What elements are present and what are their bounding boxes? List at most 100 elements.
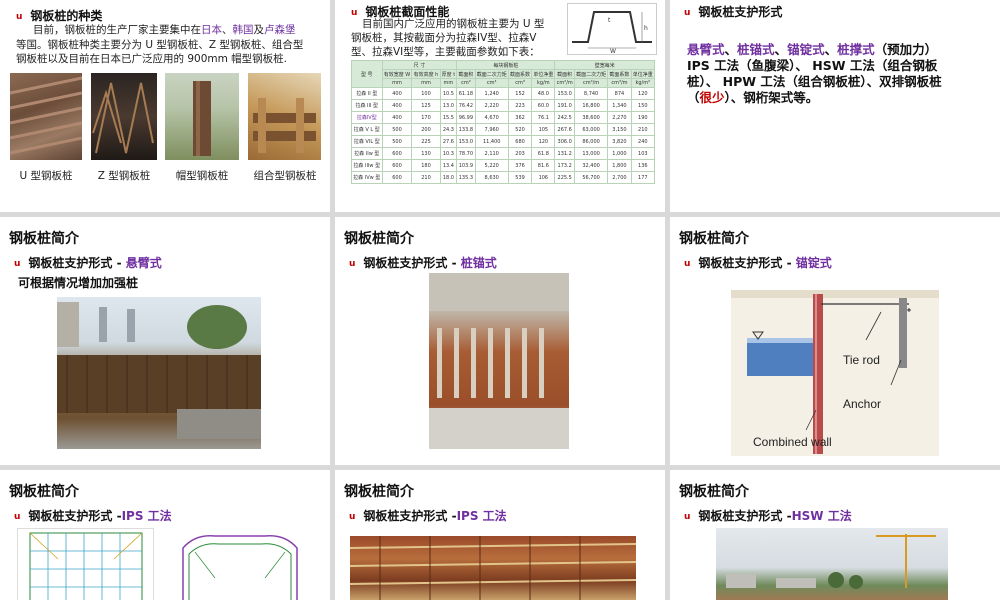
cantilever-site-graphic bbox=[57, 302, 261, 439]
table-cell: 76.1 bbox=[531, 111, 556, 124]
table-row: 拉森 VIL 型 500 225 27.6 153.0 11,400 680 120 306.0… bbox=[351, 135, 655, 148]
table-cell: 130 bbox=[411, 147, 441, 160]
table-row-label: 拉森IV型 bbox=[351, 111, 383, 124]
bullet-support-form: u 钢板桩支护形式 - 锚锭式 bbox=[684, 256, 832, 270]
table-cell: 210 bbox=[411, 171, 441, 184]
table-cell: 24.3 bbox=[439, 123, 458, 136]
table-cell: 177 bbox=[630, 171, 655, 184]
table-cell: 27.6 bbox=[439, 135, 458, 148]
photo-hat-type-pile bbox=[165, 73, 239, 160]
table-cell: 61.18 bbox=[456, 87, 476, 100]
table-cell: 152 bbox=[507, 87, 533, 100]
table-cell: 2,700 bbox=[607, 171, 632, 184]
u-section-diagram: W h t bbox=[567, 3, 657, 55]
table-cell: 240 bbox=[630, 135, 655, 148]
form-name: 桩锚式 bbox=[460, 256, 497, 270]
slide-pile-anchor[interactable]: 钢板桩简介 u 钢板桩支护形式 - 桩锚式 bbox=[335, 217, 665, 465]
table-cell: 96.99 bbox=[456, 111, 476, 124]
table-cell: 135.3 bbox=[456, 171, 476, 184]
table-cell: 242.5 bbox=[554, 111, 575, 124]
table-cell: 150 bbox=[630, 99, 655, 112]
slide-ips-method-a[interactable]: 钢板桩简介 u 钢板桩支护形式 -IPS 工法 bbox=[0, 470, 330, 600]
slide-ips-method-b[interactable]: 钢板桩简介 u 钢板桩支护形式 -IPS 工法 bbox=[335, 470, 665, 600]
slide-hsw-method[interactable]: 钢板桩简介 u 钢板桩支护形式 -HSW 工法 bbox=[670, 470, 1000, 600]
slide-steel-sheet-pile-types[interactable]: u 钢板桩的种类 目前，钢板桩的生产厂家主要集中在日本、韩国及卢森堡 等国。钢板桩… bbox=[0, 0, 330, 212]
heading-text: 钢板桩的种类 bbox=[30, 9, 103, 23]
caption-u-type: U 型钢板桩 bbox=[19, 170, 73, 182]
table-cell: 16,800 bbox=[573, 99, 609, 112]
slide-title: 钢板桩简介 bbox=[679, 231, 749, 247]
table-cell: 76.42 bbox=[456, 99, 476, 112]
table-cell: 48.0 bbox=[531, 87, 556, 100]
bullet-support-form: u 钢板桩支护形式 -HSW 工法 bbox=[684, 509, 852, 523]
table-cell: 190 bbox=[630, 111, 655, 124]
slide-section-properties[interactable]: u 钢板桩截面性能 目前国内广泛应用的钢板桩主要为 U 型 钢板桩，其按截面分为拉… bbox=[335, 0, 665, 212]
table-cell: 120 bbox=[531, 135, 556, 148]
bullet-marker-icon: u bbox=[351, 8, 358, 18]
slide-title: 钢板桩简介 bbox=[344, 231, 414, 247]
slide-anchor-block[interactable]: 钢板桩简介 u 钢板桩支护形式 - 锚锭式 Tie rod Anchor Comb… bbox=[670, 217, 1000, 465]
table-cell: 103.9 bbox=[456, 159, 476, 172]
table-row-label: 拉森 III 型 bbox=[351, 99, 383, 112]
table-cell: 2,220 bbox=[474, 99, 509, 112]
table-cell: 8,740 bbox=[573, 87, 609, 100]
combined-pile-graphic bbox=[253, 98, 316, 153]
table-cell: 191.0 bbox=[554, 99, 575, 112]
ips-plan-drawing-2 bbox=[175, 528, 305, 600]
slide-support-forms[interactable]: u 钢板桩支护形式 悬臂式、桩锚式、锚锭式、桩撑式（预加力） IPS 工法（鱼腹梁… bbox=[670, 0, 1000, 212]
table-cell: 225.5 bbox=[554, 171, 575, 184]
table-header-cell: 单位净重 bbox=[630, 69, 655, 79]
table-row-label: 拉森 IIIw 型 bbox=[351, 159, 383, 172]
bullet-marker-icon: u bbox=[349, 259, 356, 269]
table-cell: 1,800 bbox=[607, 159, 632, 172]
table-cell: 400 bbox=[381, 111, 413, 124]
table-cell: 100 bbox=[411, 87, 441, 100]
table-row: 拉森 II 型 400 100 10.5 61.18 1,240 152 48.0 153.0 8… bbox=[351, 87, 655, 100]
table-header-cell: 每块钢板桩 bbox=[456, 60, 556, 70]
table-cell: 267.6 bbox=[554, 123, 575, 136]
table-cell: 13.4 bbox=[439, 159, 458, 172]
bullet-support-form: u 钢板桩支护形式 -IPS 工法 bbox=[14, 509, 172, 523]
table-header-cell: 截面二次力矩 bbox=[474, 69, 509, 79]
table-row: 拉森 V L 型 500 200 24.3 133.8 7,960 520 105 267.6 6… bbox=[351, 123, 655, 136]
table-header-cell: 有效宽度 W bbox=[381, 69, 413, 79]
bullet-heading: u 钢板桩支护形式 bbox=[684, 3, 782, 20]
table-header-cell: cm² bbox=[456, 78, 476, 88]
table-cell: 125 bbox=[411, 99, 441, 112]
form-name: 悬臂式 bbox=[125, 256, 162, 270]
table-header-cell: kg/m² bbox=[630, 78, 655, 88]
table-cell: 61.8 bbox=[531, 147, 556, 160]
dim-w-label: W bbox=[610, 48, 616, 54]
table-header-cell: 有效高度 h bbox=[411, 69, 441, 79]
photo-u-type-pile bbox=[10, 73, 82, 160]
slide-title: 钢板桩简介 bbox=[9, 231, 79, 247]
table-row: 拉森 IVw 型 600 210 18.0 135.3 8,630 539 106 225.5 5… bbox=[351, 171, 655, 184]
table-header-cell: 厚度 t bbox=[439, 69, 458, 79]
table-row: 拉森 IIIw 型 600 180 13.4 103.9 5,220 376 81.6 173.… bbox=[351, 159, 655, 172]
table-cell: 173.2 bbox=[554, 159, 575, 172]
photo-combined-pile bbox=[248, 73, 321, 160]
table-cell: 180 bbox=[411, 159, 441, 172]
table-cell: 120 bbox=[630, 87, 655, 100]
slide-title: 钢板桩简介 bbox=[679, 484, 749, 500]
table-cell: 500 bbox=[381, 135, 413, 148]
slide-cantilever[interactable]: 钢板桩简介 u 钢板桩支护形式 - 悬臂式 可根据情况增加加强桩 bbox=[0, 217, 330, 465]
table-header-cell: kg/m bbox=[531, 78, 556, 88]
table-cell: 38,600 bbox=[573, 111, 609, 124]
caption-z-type: Z 型钢板桩 bbox=[97, 170, 151, 182]
link-luxembourg: 卢森堡 bbox=[264, 24, 296, 36]
anchor-label: Anchor bbox=[843, 397, 881, 411]
bullet-marker-icon: u bbox=[684, 259, 691, 269]
table-header-cell: 型 号 bbox=[351, 60, 383, 88]
table-header-cell: 壁宽每米 bbox=[554, 60, 655, 70]
table-cell: 600 bbox=[381, 147, 413, 160]
hat-pile-graphic bbox=[193, 81, 211, 156]
table-cell: 10.3 bbox=[439, 147, 458, 160]
pile-anchor-site-graphic bbox=[429, 273, 569, 449]
table-header-cell: 截面积 bbox=[456, 69, 476, 79]
table-cell: 153.0 bbox=[554, 87, 575, 100]
table-cell: 105 bbox=[531, 123, 556, 136]
table-header-cell: 单位净重 bbox=[531, 69, 556, 79]
table-cell: 3,820 bbox=[607, 135, 632, 148]
table-header-cell: mm bbox=[439, 78, 458, 88]
